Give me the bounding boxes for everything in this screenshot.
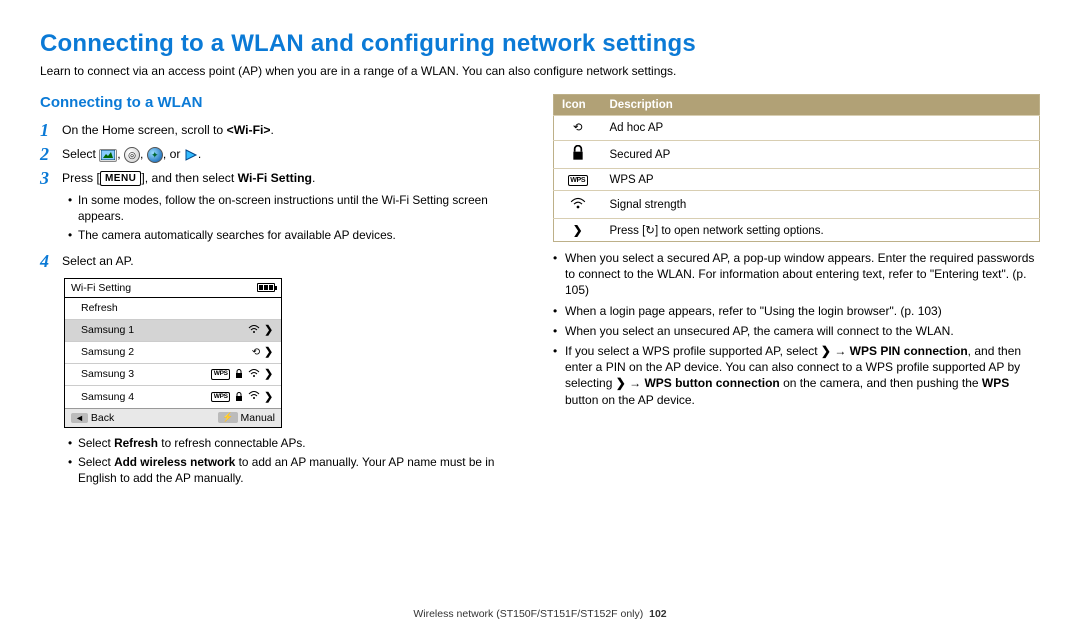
wifi-setting-screenshot: Wi-Fi Setting Refresh Samsung 1 ❯ Samsun… [64,278,282,428]
wps-icon: WPS [211,369,230,380]
target-icon: ◎ [124,147,140,163]
sep2: , [140,147,147,161]
ap-row-3: Samsung 3 WPS ❯ [65,364,281,386]
step2-end: . [198,147,201,161]
wifi-signal-icon [248,367,260,382]
wifi-signal-icon [248,323,260,338]
ap-name: Samsung 3 [81,368,134,380]
step-number: 3 [40,169,62,187]
chevron-right-icon: ❯ [616,376,626,390]
th-icon: Icon [554,95,602,116]
step3-post: . [312,171,315,185]
bullet: When you select an unsecured AP, the cam… [553,323,1040,339]
step2-pre: Select [62,147,99,161]
bullet: Select Refresh to refresh connectable AP… [68,436,527,452]
adhoc-icon: ⟲ [252,347,260,358]
step-3: 3 Press [MENU], and then select Wi-Fi Se… [40,169,527,187]
manual-key-icon: ⚡ [218,412,237,423]
chevron-right-icon: ❯ [264,391,273,403]
step3-mid: ], and then select [141,171,237,185]
sep1: , [117,147,124,161]
wifi-setting-label: Wi-Fi Setting [238,171,312,185]
lock-icon [234,392,244,402]
step-1: 1 On the Home screen, scroll to <Wi-Fi>. [40,121,527,139]
step-number: 4 [40,252,62,270]
wps-icon: WPS [568,175,588,186]
step-number: 1 [40,121,62,139]
ap-name: Samsung 4 [81,391,134,403]
right-bullets: When you select a secured AP, a pop-up w… [553,250,1040,408]
chevron-right-icon: ❯ [264,368,273,380]
ap-name: Samsung 1 [81,324,134,336]
right-column: IconDescription ⟲ Ad hoc AP Secured AP WP… [553,94,1040,495]
icon-table: IconDescription ⟲ Ad hoc AP Secured AP WP… [553,94,1040,242]
lock-icon [234,369,244,379]
page-number: 102 [649,608,667,620]
bullet: When you select a secured AP, a pop-up w… [553,250,1040,299]
intro-text: Learn to connect via an access point (AP… [40,64,1040,78]
globe-icon: ✦ [147,147,163,163]
wps-icon: WPS [211,392,230,403]
desc: WPS AP [602,169,1040,191]
ap-row-1: Samsung 1 ❯ [65,320,281,342]
timer-icon: ↻ [645,225,655,237]
lock-icon [570,145,586,161]
ap-row-4: Samsung 4 WPS ❯ [65,386,281,408]
bullet: If you select a WPS profile supported AP… [553,343,1040,408]
bullet: Select Add wireless network to add an AP… [68,455,527,487]
bullet: The camera automatically searches for av… [68,228,527,244]
desc: Ad hoc AP [602,116,1040,141]
refresh-label: Refresh [81,302,118,314]
step3-bullets: In some modes, follow the on-screen inst… [68,193,527,244]
th-desc: Description [602,95,1040,116]
section-heading: Connecting to a WLAN [40,94,527,111]
step4-bullets: Select Refresh to refresh connectable AP… [68,436,527,487]
desc: Secured AP [602,141,1040,169]
wifi-signal-icon [248,389,260,404]
chevron-right-icon: ❯ [264,324,273,336]
play-icon [184,148,198,162]
left-column: Connecting to a WLAN 1 On the Home scree… [40,94,527,495]
step1-text: On the Home screen, scroll to [62,123,227,137]
ap-name: Samsung 2 [81,346,134,358]
step-2: 2 Select , ◎, ✦, or . [40,145,527,163]
desc: Press [↻] to open network setting option… [602,219,1040,242]
step4-text: Select an AP. [62,252,527,268]
step3-pre: Press [ [62,171,100,185]
adhoc-icon: ⟲ [570,120,586,136]
gallery-icon [99,149,117,162]
back-label: Back [91,412,114,424]
ap-row-2: Samsung 2 ⟲ ❯ [65,342,281,364]
desc: Signal strength [602,191,1040,219]
back-key-icon: ◄ [71,413,88,423]
chevron-right-icon: ❯ [573,225,583,237]
bullet: When a login page appears, refer to "Usi… [553,303,1040,319]
battery-icon [257,283,275,292]
wifi-label: <Wi-Fi> [227,123,271,137]
step-4: 4 Select an AP. [40,252,527,270]
refresh-row: Refresh [65,298,281,320]
step-number: 2 [40,145,62,163]
chevron-right-icon: ❯ [821,344,831,358]
chevron-right-icon: ❯ [264,346,273,358]
sep-or: , or [163,147,184,161]
menu-key-icon: MENU [100,171,141,186]
page-title: Connecting to a WLAN and configuring net… [40,30,1040,58]
wifi-signal-icon [570,195,586,211]
step1-end: . [271,123,274,137]
page-footer: Wireless network (ST150F/ST151F/ST152F o… [0,608,1080,620]
wifi-title: Wi-Fi Setting [71,282,131,294]
bullet: In some modes, follow the on-screen inst… [68,193,527,225]
manual-label: Manual [241,412,275,424]
